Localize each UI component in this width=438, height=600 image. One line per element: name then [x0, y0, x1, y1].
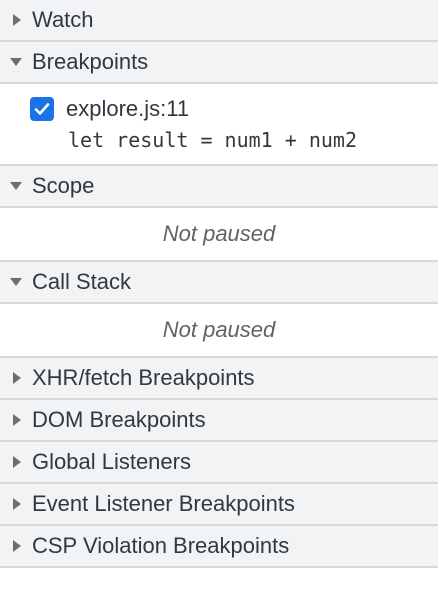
section-dom-breakpoints-header[interactable]: DOM Breakpoints	[0, 400, 438, 442]
scope-status-text: Not paused	[162, 221, 276, 246]
triangle-right-icon	[0, 372, 32, 384]
section-scope-header[interactable]: Scope	[0, 166, 438, 208]
breakpoint-location[interactable]: explore.js:11	[66, 96, 189, 122]
section-breakpoints-header[interactable]: Breakpoints	[0, 42, 438, 84]
section-csp-violation-breakpoints-header[interactable]: CSP Violation Breakpoints	[0, 526, 438, 568]
triangle-right-icon	[0, 414, 32, 426]
scope-content: Not paused	[0, 208, 438, 262]
section-call-stack-header[interactable]: Call Stack	[0, 262, 438, 304]
triangle-down-icon	[0, 58, 32, 66]
section-watch-header[interactable]: Watch	[0, 0, 438, 42]
triangle-right-icon	[0, 456, 32, 468]
section-scope-title: Scope	[32, 173, 95, 198]
section-xhr-breakpoints-header[interactable]: XHR/fetch Breakpoints	[0, 358, 438, 400]
section-global-listeners-header[interactable]: Global Listeners	[0, 442, 438, 484]
section-call-stack-title: Call Stack	[32, 269, 132, 294]
triangle-down-icon	[0, 182, 32, 190]
triangle-down-icon	[0, 278, 32, 286]
section-event-listener-breakpoints-header[interactable]: Event Listener Breakpoints	[0, 484, 438, 526]
section-dom-breakpoints-title: DOM Breakpoints	[32, 407, 206, 432]
section-global-listeners-title: Global Listeners	[32, 449, 191, 474]
checkmark-icon	[34, 103, 50, 115]
triangle-right-icon	[0, 498, 32, 510]
triangle-right-icon	[0, 14, 32, 26]
breakpoint-code-snippet: let result = num1 + num2	[68, 128, 357, 152]
section-csp-violation-breakpoints-title: CSP Violation Breakpoints	[32, 533, 290, 558]
section-event-listener-breakpoints-title: Event Listener Breakpoints	[32, 491, 295, 516]
call-stack-content: Not paused	[0, 304, 438, 358]
section-breakpoints-title: Breakpoints	[32, 49, 149, 74]
breakpoint-checkbox[interactable]	[30, 97, 54, 121]
triangle-right-icon	[0, 540, 32, 552]
breakpoint-item: explore.js:11	[30, 96, 189, 122]
breakpoints-list: explore.js:11 let result = num1 + num2	[0, 84, 438, 166]
call-stack-status-text: Not paused	[162, 317, 276, 342]
section-watch-title: Watch	[32, 7, 94, 32]
section-xhr-breakpoints-title: XHR/fetch Breakpoints	[32, 365, 255, 390]
debugger-sidebar: Watch Breakpoints explore.js:11 let resu…	[0, 0, 438, 580]
